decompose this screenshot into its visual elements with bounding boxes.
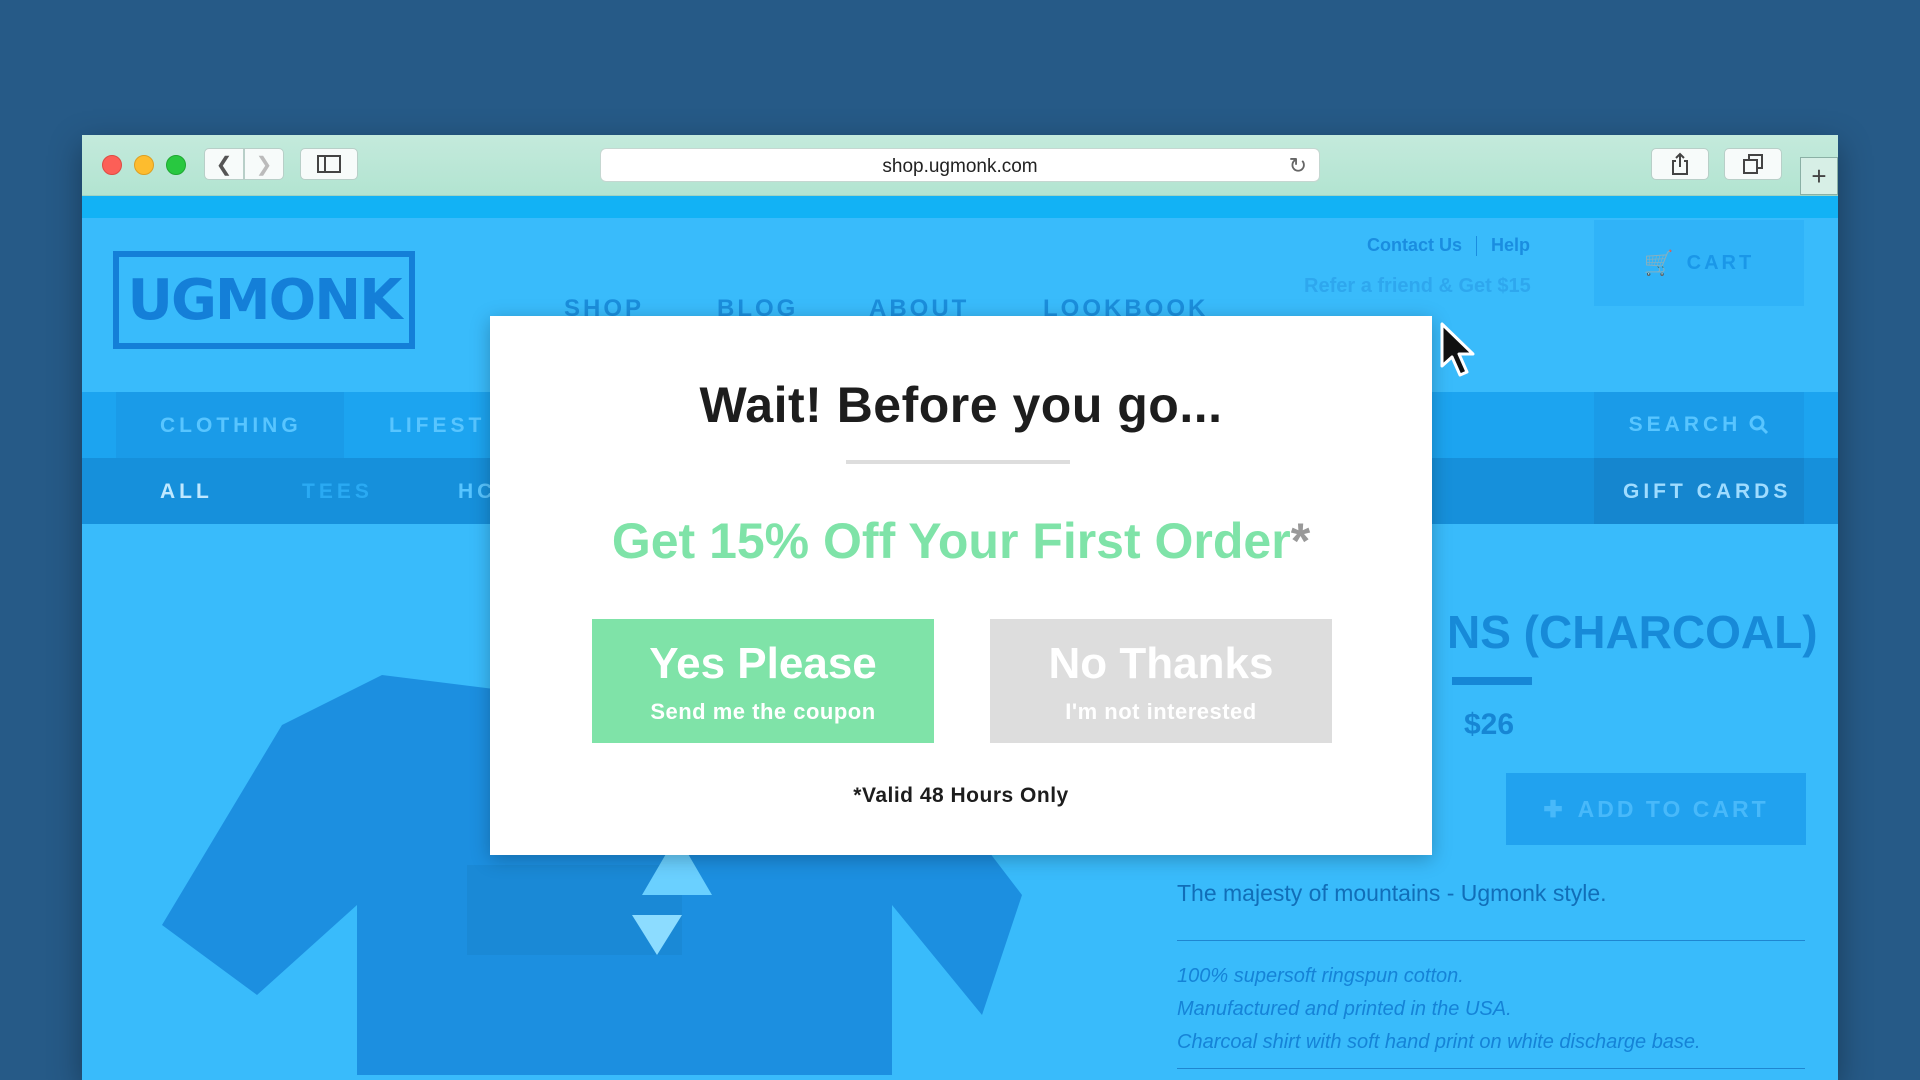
logo-text: UGMONK [127, 267, 402, 333]
add-to-cart-label: ADD TO CART [1577, 795, 1769, 822]
cart-label: CART [1686, 251, 1755, 274]
modal-divider [846, 460, 1070, 464]
chevron-right-icon: ❯ [255, 153, 273, 176]
close-window-button[interactable] [102, 155, 122, 175]
contact-us-link[interactable]: Contact Us [1367, 235, 1462, 255]
maximize-window-button[interactable] [166, 155, 186, 175]
detail-line: 100% supersoft ringspun cotton. [1177, 965, 1464, 987]
offer-asterisk: * [1290, 513, 1311, 569]
back-button[interactable]: ❮ [204, 148, 244, 180]
tabs-icon [1743, 154, 1763, 174]
browser-window: ❮ ❯ shop.ugmonk.com ↻ + UGMONK SHOP BLOG… [82, 135, 1838, 1080]
share-button[interactable] [1651, 148, 1709, 180]
exit-intent-modal: Wait! Before you go... Get 15% Off Your … [490, 316, 1432, 855]
minimize-window-button[interactable] [134, 155, 154, 175]
category-lifestyle[interactable]: LIFEST [389, 414, 485, 438]
help-link[interactable]: Help [1491, 235, 1530, 255]
product-details: 100% supersoft ringspun cotton. Manufact… [1177, 960, 1701, 1059]
tab-overview-button[interactable] [1724, 148, 1782, 180]
modal-validity-note: *Valid 48 Hours Only [853, 784, 1069, 807]
product-description: The majesty of mountains - Ugmonk style. [1177, 880, 1607, 906]
forward-button[interactable]: ❯ [244, 148, 284, 180]
site-logo[interactable]: UGMONK [113, 251, 415, 349]
no-thanks-button[interactable]: No Thanks I'm not interested [990, 619, 1332, 743]
cart-icon: 🛒 [1643, 249, 1677, 277]
yes-button-label: Yes Please [649, 639, 877, 688]
site-top-band [82, 196, 1838, 218]
divider [1177, 940, 1805, 941]
cart-button[interactable]: 🛒 CART [1594, 220, 1804, 306]
subcategory-tees[interactable]: TEES [302, 480, 373, 504]
url-text: shop.ugmonk.com [882, 156, 1038, 177]
search-icon [1749, 415, 1769, 435]
reload-icon[interactable]: ↻ [1289, 153, 1307, 179]
product-title: NS (CHARCOAL) [1447, 606, 1818, 658]
category-clothing[interactable]: CLOTHING [160, 414, 302, 438]
detail-line: Charcoal shirt with soft hand print on w… [1177, 1031, 1701, 1053]
divider [1476, 236, 1478, 257]
sidebar-toggle-button[interactable] [300, 148, 358, 180]
mouse-cursor-icon [1440, 322, 1475, 377]
subcategory-all[interactable]: ALL [160, 480, 213, 504]
no-button-label: No Thanks [1048, 639, 1274, 688]
yes-please-button[interactable]: Yes Please Send me the coupon [592, 619, 934, 743]
offer-text: Get 15% Off Your First Order [611, 513, 1291, 569]
new-tab-button[interactable]: + [1800, 157, 1838, 195]
yes-button-sublabel: Send me the coupon [650, 699, 876, 724]
title-underline [1452, 677, 1532, 685]
chevron-left-icon: ❮ [215, 153, 233, 176]
search-label: SEARCH [1628, 413, 1742, 436]
no-button-sublabel: I'm not interested [1065, 699, 1257, 724]
address-bar[interactable]: shop.ugmonk.com ↻ [600, 148, 1320, 182]
modal-offer: Get 15% Off Your First Order* [490, 512, 1432, 570]
plus-icon: ✚ [1543, 795, 1566, 822]
search-button[interactable]: SEARCH [1594, 392, 1804, 458]
browser-titlebar: ❮ ❯ shop.ugmonk.com ↻ + [82, 135, 1838, 196]
sidebar-icon [317, 155, 341, 173]
gift-cards-label: GIFT CARDS [1623, 480, 1792, 503]
add-to-cart-button[interactable]: ✚ ADD TO CART [1506, 773, 1806, 845]
share-icon [1672, 152, 1688, 175]
product-price: $26 [1464, 708, 1515, 741]
utility-links: Contact Us Help [1367, 235, 1530, 257]
divider [1177, 1068, 1805, 1069]
detail-line: Manufactured and printed in the USA. [1177, 998, 1512, 1020]
refer-friend-link[interactable]: Refer a friend & Get $15 [1304, 275, 1531, 298]
modal-title: Wait! Before you go... [699, 377, 1223, 433]
